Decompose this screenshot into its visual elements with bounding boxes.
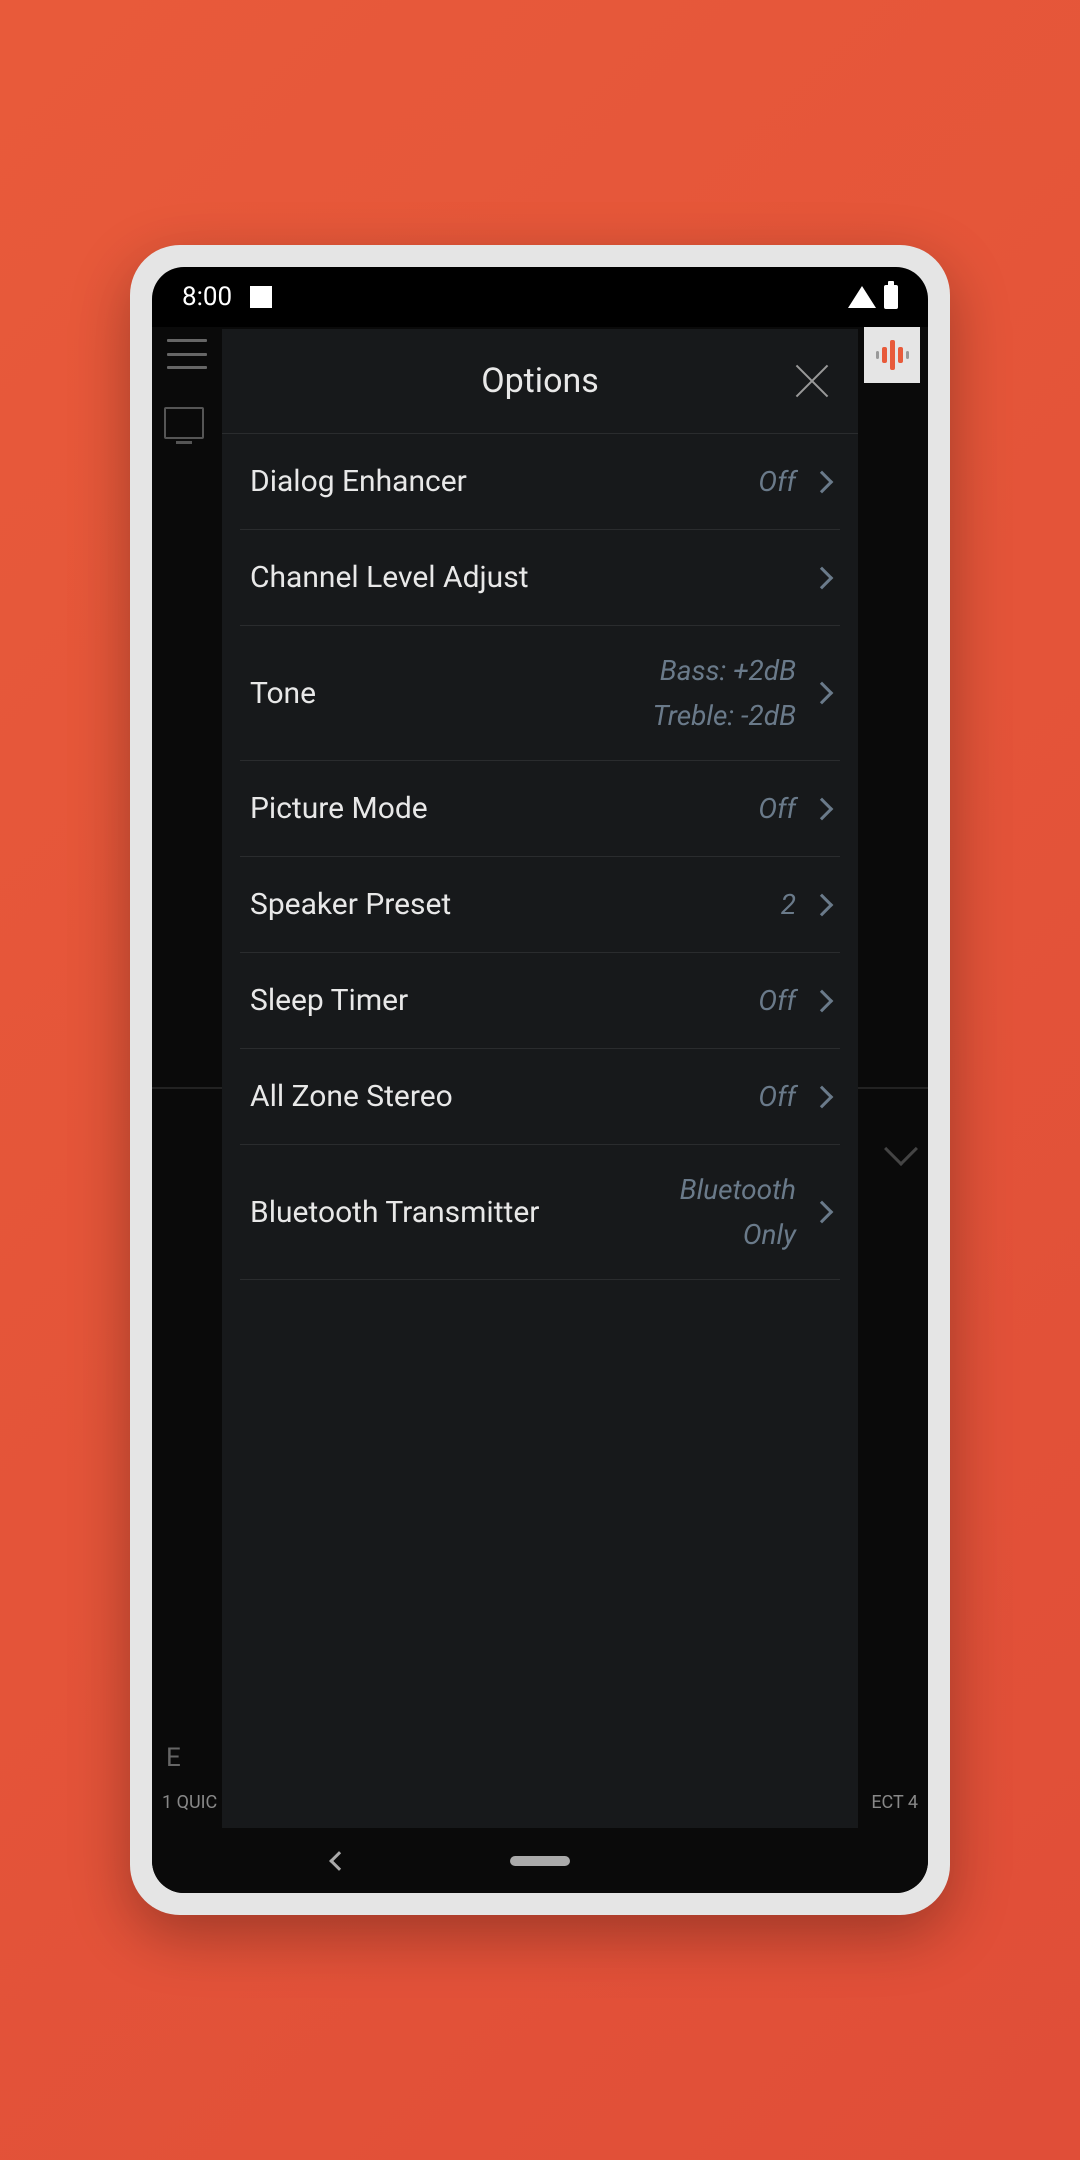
option-label: Channel Level Adjust [250,560,814,595]
option-channel-level-adjust[interactable]: Channel Level Adjust [240,530,840,626]
modal-title: Options [481,361,599,401]
option-label: Dialog Enhancer [250,464,758,499]
option-picture-mode[interactable]: Picture Mode Off [240,761,840,857]
chevron-right-icon [811,682,834,705]
heos-app-icon[interactable] [864,327,920,383]
option-value: Off [758,792,796,825]
option-speaker-preset[interactable]: Speaker Preset 2 [240,857,840,953]
bt-value-line2: Only [743,1218,796,1251]
chevron-down-icon [884,1132,918,1166]
chevron-right-icon [811,893,834,916]
options-modal: Options Dialog Enhancer Off Channel Leve… [222,329,858,1828]
chevron-right-icon [811,989,834,1012]
status-bar: 8:00 [152,267,928,327]
option-value: 2 [781,888,796,921]
status-square-icon [250,286,272,308]
option-all-zone-stereo[interactable]: All Zone Stereo Off [240,1049,840,1145]
chevron-right-icon [811,1085,834,1108]
option-dialog-enhancer[interactable]: Dialog Enhancer Off [240,434,840,530]
option-value: Off [758,984,796,1017]
option-bluetooth-transmitter[interactable]: Bluetooth Transmitter Bluetooth Only [240,1145,840,1280]
modal-header: Options [222,329,858,434]
bg-letter: E [166,1743,181,1773]
navigation-bar [152,1828,928,1893]
tv-icon [164,407,204,439]
tone-treble-value: Treble: -2dB [653,699,796,732]
nav-home-icon[interactable] [510,1856,570,1866]
option-value-multi: Bluetooth Only [680,1173,796,1251]
wifi-icon [848,286,876,308]
quick-select-left-label: 1 QUIC [162,1792,217,1813]
close-button[interactable] [794,363,830,399]
tone-bass-value: Bass: +2dB [660,654,796,687]
device-frame: 8:00 E 1 QUIC ECT 4 [130,245,950,1915]
option-label: Speaker Preset [250,887,781,922]
options-list[interactable]: Dialog Enhancer Off Channel Level Adjust… [222,434,858,1828]
option-value: Off [758,1080,796,1113]
hamburger-menu-icon[interactable] [167,339,207,369]
option-tone[interactable]: Tone Bass: +2dB Treble: -2dB [240,626,840,761]
chevron-right-icon [811,566,834,589]
option-value-multi: Bass: +2dB Treble: -2dB [653,654,796,732]
option-label: Bluetooth Transmitter [250,1195,680,1230]
option-sleep-timer[interactable]: Sleep Timer Off [240,953,840,1049]
nav-back-icon[interactable] [329,1851,349,1871]
device-screen: 8:00 E 1 QUIC ECT 4 [152,267,928,1893]
status-time: 8:00 [182,282,232,312]
chevron-right-icon [811,470,834,493]
bt-value-line1: Bluetooth [680,1173,796,1206]
option-label: Picture Mode [250,791,758,826]
chevron-right-icon [811,1201,834,1224]
option-label: Sleep Timer [250,983,758,1018]
chevron-right-icon [811,797,834,820]
option-label: All Zone Stereo [250,1079,758,1114]
battery-icon [884,285,898,309]
option-value: Off [758,465,796,498]
quick-select-right-label: ECT 4 [871,1792,918,1813]
option-label: Tone [250,676,653,711]
